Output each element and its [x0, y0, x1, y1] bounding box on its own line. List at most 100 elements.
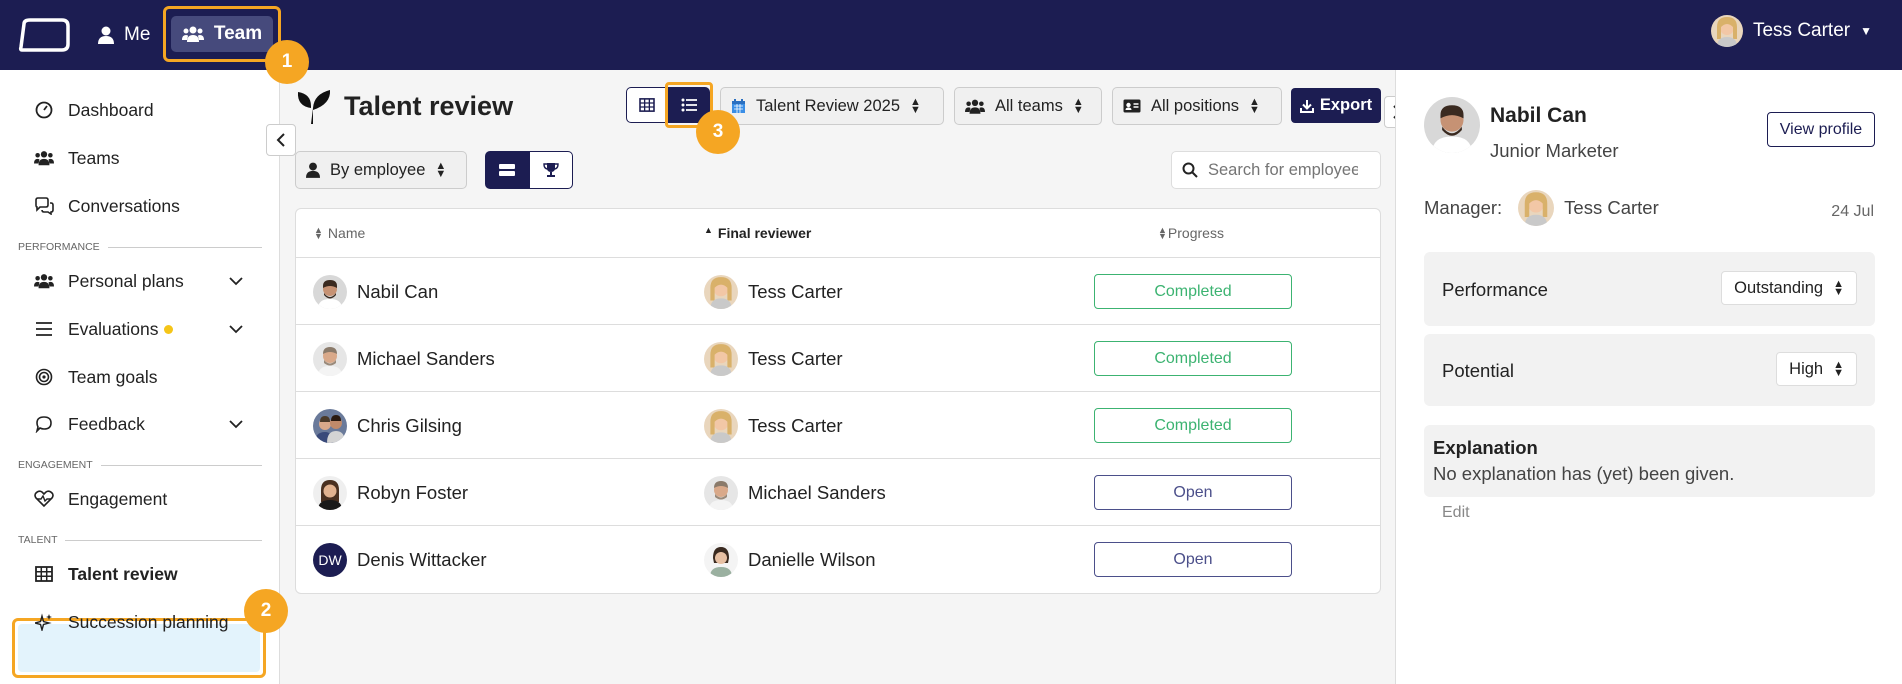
target-icon: [34, 367, 54, 387]
avatar: [1518, 190, 1555, 226]
sparkles-icon: [34, 612, 54, 632]
avatar: [313, 408, 347, 443]
page-title: Talent review: [294, 86, 513, 126]
group-by-select[interactable]: By employee ▲ ▼: [295, 151, 467, 189]
sort-icon: ▲ ▼: [1072, 96, 1084, 116]
progress-status-button[interactable]: Completed: [1094, 408, 1292, 443]
chevron-down-icon[interactable]: [228, 273, 244, 289]
name-cell: Michael Sanders: [313, 325, 495, 392]
user-icon: [98, 26, 114, 44]
employee-name: Robyn Foster: [357, 481, 469, 503]
table-row[interactable]: Michael Sanders Tess Carter Completed: [296, 324, 1380, 391]
sort-icon: ▲ ▼: [1833, 278, 1844, 298]
grid-icon: [639, 98, 655, 112]
sidebar-item-label: Conversations: [68, 195, 180, 216]
avatar: [704, 341, 738, 376]
id-card-icon: [1123, 99, 1141, 113]
sort-icon: ▲ ▼: [435, 160, 447, 180]
reviewer-cell: Tess Carter: [704, 392, 843, 459]
column-header-name[interactable]: ▲ ▼ Name: [314, 209, 365, 257]
avatar: [1710, 15, 1743, 47]
section-engagement: ENGAGEMENT: [18, 459, 262, 471]
chevron-left-icon: [276, 133, 285, 147]
reviewer-name: Tess Carter: [748, 280, 843, 302]
sidebar-item-feedback[interactable]: Feedback: [34, 409, 145, 439]
sidebar-item-evaluations[interactable]: Evaluations: [34, 314, 174, 344]
table-row[interactable]: Nabil Can Tess Carter Completed: [296, 257, 1380, 324]
column-header-label: Name: [327, 225, 366, 241]
progress-status-button[interactable]: Completed: [1094, 274, 1292, 309]
employee-name: Michael Sanders: [357, 347, 495, 369]
column-header-progress[interactable]: ▲ ▼ Progress: [1158, 209, 1224, 257]
performance-value: Outstanding: [1734, 278, 1824, 297]
sidebar-item-succession-planning[interactable]: Succession planning: [34, 607, 229, 637]
comment-icon: [34, 414, 54, 434]
column-header-reviewer[interactable]: ▲ Final reviewer: [704, 209, 811, 257]
reviewer-cell: Tess Carter: [704, 325, 843, 392]
cycle-select[interactable]: Talent Review 2025 ▲ ▼: [720, 87, 944, 125]
positions-select-value: All positions: [1151, 96, 1240, 115]
cards-mode-button[interactable]: [485, 151, 529, 189]
chevron-down-icon[interactable]: [228, 321, 244, 337]
layer-icon: [499, 164, 515, 176]
sidebar-item-team-goals[interactable]: Team goals: [34, 362, 158, 392]
sort-icon: ▲ ▼: [314, 225, 323, 241]
caret-down-icon: ▼: [1860, 24, 1872, 38]
sidebar-item-conversations[interactable]: Conversations: [34, 191, 180, 221]
positions-select[interactable]: All positions ▲ ▼: [1112, 87, 1282, 125]
progress-status-button[interactable]: Open: [1094, 542, 1292, 577]
teams-select[interactable]: All teams ▲ ▼: [954, 87, 1102, 125]
table-row[interactable]: Robyn Foster Michael Sanders Open: [296, 458, 1380, 525]
progress-status-button[interactable]: Completed: [1094, 341, 1292, 376]
sidebar-collapse-button[interactable]: [266, 124, 296, 156]
avatar: [704, 408, 738, 443]
grid-icon: [34, 564, 54, 584]
performance-select[interactable]: Outstanding ▲ ▼: [1721, 271, 1857, 305]
edit-link[interactable]: Edit: [1442, 504, 1470, 522]
manager-name[interactable]: Tess Carter: [1564, 197, 1659, 219]
sidebar-item-engagement[interactable]: Engagement: [34, 484, 167, 514]
export-button[interactable]: Export: [1291, 88, 1381, 123]
search-input[interactable]: [1208, 160, 1358, 180]
nav-team-label: Team: [213, 23, 263, 44]
user-icon: [306, 162, 320, 178]
ranking-mode-button[interactable]: [529, 151, 573, 189]
avatar: [704, 475, 738, 510]
chevron-down-icon[interactable]: [228, 416, 244, 432]
progress-status-button[interactable]: Open: [1094, 475, 1292, 510]
potential-select[interactable]: High ▲ ▼: [1776, 352, 1857, 386]
sidebar-item-label: Engagement: [68, 488, 168, 509]
reviewer-cell: Tess Carter: [704, 258, 843, 325]
potential-box: Potential High ▲ ▼: [1424, 334, 1875, 406]
name-cell: Chris Gilsing: [313, 392, 462, 459]
sidebar-item-dashboard[interactable]: Dashboard: [34, 95, 154, 125]
mode-toggle: [485, 151, 573, 189]
search-icon: [1182, 162, 1198, 178]
nav-me[interactable]: Me: [98, 20, 150, 50]
heart-pulse-icon: [34, 489, 54, 509]
users-icon: [34, 148, 54, 168]
table-row[interactable]: Chris Gilsing Tess Carter Completed: [296, 391, 1380, 458]
step-badge-2: 2: [244, 589, 288, 633]
reviewer-name: Danielle Wilson: [748, 548, 876, 570]
performance-box: Performance Outstanding ▲ ▼: [1424, 252, 1875, 326]
grid-view-button[interactable]: [626, 87, 668, 123]
sidebar-item-personal-plans[interactable]: Personal plans: [34, 266, 184, 296]
search-box: [1171, 151, 1381, 189]
potential-value: High: [1789, 359, 1824, 378]
user-menu[interactable]: Tess Carter ▼: [1710, 15, 1872, 47]
sidebar-item-label: Talent review: [68, 563, 178, 584]
sidebar-item-talent-review[interactable]: Talent review: [34, 559, 178, 589]
users-icon: [34, 271, 54, 291]
employee-table: ▲ ▼ Name ▲ Final reviewer ▲ ▼ Progress Nab…: [295, 208, 1381, 594]
table-row[interactable]: DW Denis Wittacker Danielle Wilson Open: [296, 525, 1380, 592]
app-logo[interactable]: [18, 18, 70, 52]
sidebar-item-teams[interactable]: Teams: [34, 143, 120, 173]
employee-name: Nabil Can: [357, 280, 439, 302]
name-cell: Robyn Foster: [313, 459, 468, 526]
nav-team[interactable]: Team: [171, 16, 273, 52]
panel-manager: Manager: Tess Carter: [1424, 190, 1659, 226]
sidebar-item-label: Team goals: [68, 366, 158, 387]
view-profile-button[interactable]: View profile: [1767, 112, 1875, 147]
download-icon: [1299, 99, 1314, 113]
